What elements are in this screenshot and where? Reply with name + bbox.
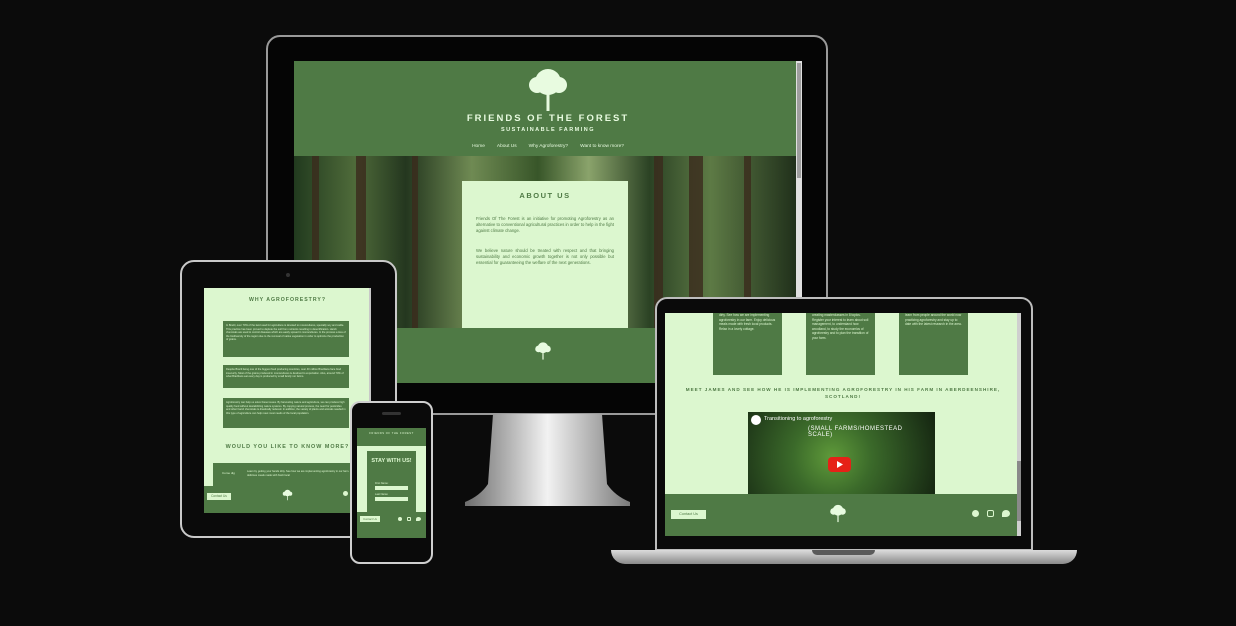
why-block-1: In Brazil, over 70% of the land used for… [223, 321, 349, 357]
know-more-heading: WOULD YOU LIKE TO KNOW MORE? [225, 444, 350, 450]
tree-footer-icon [282, 489, 293, 501]
first-name-label: First Name: [375, 482, 389, 485]
nav-why-agroforestry[interactable]: Why Agroforestry? [529, 144, 568, 149]
offer-column-3: learn from people around the world now p… [899, 313, 968, 375]
tablet-camera [286, 273, 290, 277]
offer-column-2: creating masterclasses in 8 topics. Regi… [806, 313, 875, 375]
offer-column-2-text: creating masterclasses in 8 topics. Regi… [812, 313, 869, 340]
tree-logo-icon[interactable] [526, 67, 570, 113]
channel-avatar[interactable] [751, 415, 761, 425]
phone-header: FRIENDS OF THE FOREST [357, 428, 426, 446]
first-name-field[interactable] [375, 486, 408, 490]
video-title[interactable]: Transitioning to agroforestry [764, 416, 934, 423]
why-agroforestry-heading: WHY AGROFORESTRY? [248, 297, 327, 303]
why-block-2-text: Despite Brazil being one of the biggest … [226, 368, 344, 379]
twitter-icon[interactable] [1002, 510, 1010, 517]
offer-column-1: dirty. See how we are implementing agrof… [713, 313, 782, 375]
come-dig-label: Come dig [222, 471, 235, 475]
instagram-icon[interactable] [407, 517, 411, 521]
why-block-2: Despite Brazil being one of the biggest … [223, 365, 349, 388]
come-dig-text: Learn by getting your hands dirty. See h… [247, 470, 357, 477]
site-header: FRIENDS OF THE FOREST SUSTAINABLE FARMIN… [294, 61, 802, 156]
contact-us-button[interactable]: Contact Us [360, 516, 380, 522]
phone-header-text: FRIENDS OF THE FOREST [369, 432, 414, 435]
tree-footer-icon [535, 342, 551, 360]
site-title: FRIENDS OF THE FOREST [466, 113, 630, 124]
phone-speaker [382, 412, 401, 415]
desktop-monitor-stand [465, 414, 630, 506]
offer-column-3-text: learn from people around the world now p… [905, 313, 962, 326]
about-us-card: ABOUT US Friends Of The Forest is an ini… [462, 181, 628, 329]
contact-us-button[interactable]: Contact Us [671, 510, 706, 519]
scrollbar-thumb[interactable] [797, 63, 801, 178]
play-button-icon[interactable] [828, 457, 851, 472]
instagram-icon[interactable] [987, 510, 994, 517]
nav-about-us[interactable]: About Us [497, 144, 517, 149]
why-block-3: Agroforestry can help us solve these iss… [223, 398, 349, 428]
about-paragraph-2: We believe nature should be treated with… [476, 248, 614, 265]
youtube-video-embed[interactable]: Transitioning to agroforestry (SMALL FAR… [748, 412, 935, 494]
about-heading: ABOUT US [519, 191, 571, 200]
facebook-icon[interactable] [343, 491, 348, 496]
site-tagline: SUSTAINABLE FARMING [500, 127, 596, 133]
laptop-screen: dirty. See how we are implementing agrof… [665, 313, 1021, 536]
main-nav: Home About Us Why Agroforestry? Want to … [294, 144, 802, 149]
tree-footer-icon [830, 504, 846, 523]
stay-with-us-card: STAY WITH US! First Name: Last Name: [367, 451, 416, 512]
phone-footer: Contact Us [357, 512, 426, 538]
phone-screen: FRIENDS OF THE FOREST STAY WITH US! Firs… [357, 428, 426, 538]
offer-column-1-text: dirty. See how we are implementing agrof… [719, 313, 776, 331]
twitter-icon[interactable] [416, 517, 421, 521]
nav-want-to-know-more[interactable]: Want to know more? [580, 144, 624, 149]
tablet-screen: WHY AGROFORESTRY? In Brazil, over 70% of… [204, 288, 371, 513]
facebook-icon[interactable] [972, 510, 979, 517]
stay-with-us-heading: STAY WITH US! [371, 458, 412, 464]
video-subtitle-overlay: (SMALL FARMS/HOMESTEAD SCALE) [808, 426, 903, 438]
last-name-field[interactable] [375, 497, 408, 501]
facebook-icon[interactable] [398, 517, 402, 521]
last-name-label: Last Name: [375, 493, 389, 496]
meet-james-heading: MEET JAMES AND SEE HOW HE IS IMPLEMENTIN… [685, 387, 1001, 399]
laptop-notch [812, 550, 875, 555]
contact-us-button[interactable]: Contact Us [207, 493, 231, 500]
nav-home[interactable]: Home [472, 144, 485, 149]
why-block-3-text: Agroforestry can help us solve these iss… [226, 401, 346, 415]
scrollbar-thumb[interactable] [1017, 461, 1021, 521]
about-paragraph-1: Friends Of The Forest is an initiative f… [476, 216, 614, 233]
why-block-1-text: In Brazil, over 70% of the land used for… [226, 324, 346, 342]
laptop-footer: Contact Us [665, 494, 1021, 536]
